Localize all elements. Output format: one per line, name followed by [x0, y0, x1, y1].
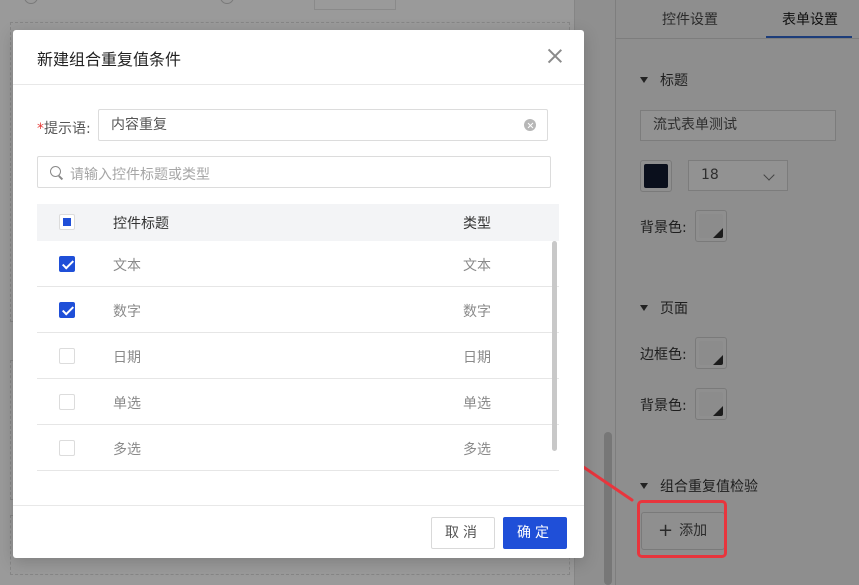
search-placeholder: 请输入控件标题或类型 — [70, 167, 210, 183]
header-control-title: 控件标题 — [113, 216, 169, 232]
section-title-head[interactable]: 标题 — [640, 70, 688, 90]
prompt-label-text: 提示语: — [44, 121, 91, 137]
settings-panel: 控件设置 表单设置 标题 流式表单测试 18 背景色: 页面 边框色: 背景色:… — [615, 0, 859, 585]
form-title-input[interactable]: 流式表单测试 — [640, 110, 836, 141]
table-row[interactable]: 数字 数字 — [37, 287, 559, 333]
color-fill — [644, 164, 668, 188]
caret-down-icon — [640, 305, 648, 311]
required-mark: * — [37, 121, 44, 137]
row-title: 日期 — [113, 350, 141, 366]
row-title: 数字 — [113, 304, 141, 320]
color-picker-corner-icon — [713, 406, 723, 416]
radio-icon — [220, 0, 234, 4]
section-combo-head[interactable]: 组合重复值检验 — [640, 476, 758, 496]
row-checkbox[interactable] — [59, 440, 75, 456]
row-title: 多选 — [113, 442, 141, 458]
header-type: 类型 — [463, 216, 491, 232]
row-type: 多选 — [463, 442, 491, 458]
row-checkbox[interactable] — [59, 348, 75, 364]
section-title-label: 标题 — [660, 73, 688, 89]
table-scrollbar[interactable] — [552, 241, 557, 451]
cancel-button[interactable]: 取消 — [431, 517, 495, 549]
caret-down-icon — [640, 77, 648, 83]
color-picker-corner-icon — [713, 355, 723, 365]
page-bg-label: 背景色: — [640, 398, 687, 414]
page-border-color-picker[interactable] — [695, 337, 727, 369]
canvas-input — [314, 0, 396, 10]
row-type: 日期 — [463, 350, 491, 366]
font-size-value: 18 — [701, 167, 719, 183]
table-row[interactable]: 文本 文本 — [37, 241, 559, 287]
prompt-label: *提示语: — [37, 118, 91, 138]
row-title: 单选 — [113, 396, 141, 412]
title-bg-color-picker[interactable] — [695, 210, 727, 242]
title-font-size-select[interactable]: 18 — [688, 160, 788, 191]
color-picker-corner-icon — [713, 228, 723, 238]
close-icon[interactable] — [546, 47, 564, 65]
dialog-footer: 取消 确定 — [13, 505, 584, 558]
row-checkbox[interactable] — [59, 394, 75, 410]
new-combo-condition-dialog: 新建组合重复值条件 *提示语: 内容重复 请输入控件标题或类型 控件标题 类型 … — [13, 30, 584, 558]
row-checkbox[interactable] — [59, 302, 75, 318]
annotation-highlight-box — [637, 500, 727, 558]
table-row[interactable]: 多选 多选 — [37, 425, 559, 471]
section-combo-label: 组合重复值检验 — [660, 479, 758, 495]
table-row[interactable]: 单选 单选 — [37, 379, 559, 425]
dialog-header: 新建组合重复值条件 — [13, 30, 584, 85]
caret-down-icon — [640, 483, 648, 489]
control-table: 控件标题 类型 文本 文本 数字 数字 日期 日期 单选 单选 多选 多选 — [37, 204, 559, 471]
table-header: 控件标题 类型 — [37, 204, 559, 241]
color-fill — [699, 341, 723, 365]
tab-control-settings[interactable]: 控件设置 — [662, 9, 718, 29]
row-type: 文本 — [463, 258, 491, 274]
color-fill — [699, 214, 723, 238]
page-border-label: 边框色: — [640, 347, 687, 363]
title-bg-label: 背景色: — [640, 220, 687, 236]
table-row[interactable]: 日期 日期 — [37, 333, 559, 379]
prompt-input[interactable]: 内容重复 — [98, 109, 548, 141]
dialog-title: 新建组合重复值条件 — [37, 50, 182, 69]
settings-tabs: 控件设置 表单设置 — [616, 0, 859, 39]
control-search-input[interactable]: 请输入控件标题或类型 — [37, 156, 551, 188]
row-title: 文本 — [113, 258, 141, 274]
chevron-down-icon — [763, 169, 775, 181]
title-font-color-picker[interactable] — [640, 160, 672, 192]
confirm-button[interactable]: 确定 — [503, 517, 567, 549]
row-type: 单选 — [463, 396, 491, 412]
page-bg-color-picker[interactable] — [695, 388, 727, 420]
color-fill — [699, 392, 723, 416]
row-type: 数字 — [463, 304, 491, 320]
row-checkbox[interactable] — [59, 256, 75, 272]
section-page-label: 页面 — [660, 301, 688, 317]
search-icon — [50, 166, 61, 177]
section-page-head[interactable]: 页面 — [640, 298, 688, 318]
active-tab-indicator — [766, 36, 852, 38]
select-all-checkbox[interactable] — [59, 214, 75, 230]
tab-form-settings[interactable]: 表单设置 — [782, 9, 838, 29]
radio-icon — [24, 0, 38, 4]
clear-icon[interactable] — [524, 119, 536, 131]
